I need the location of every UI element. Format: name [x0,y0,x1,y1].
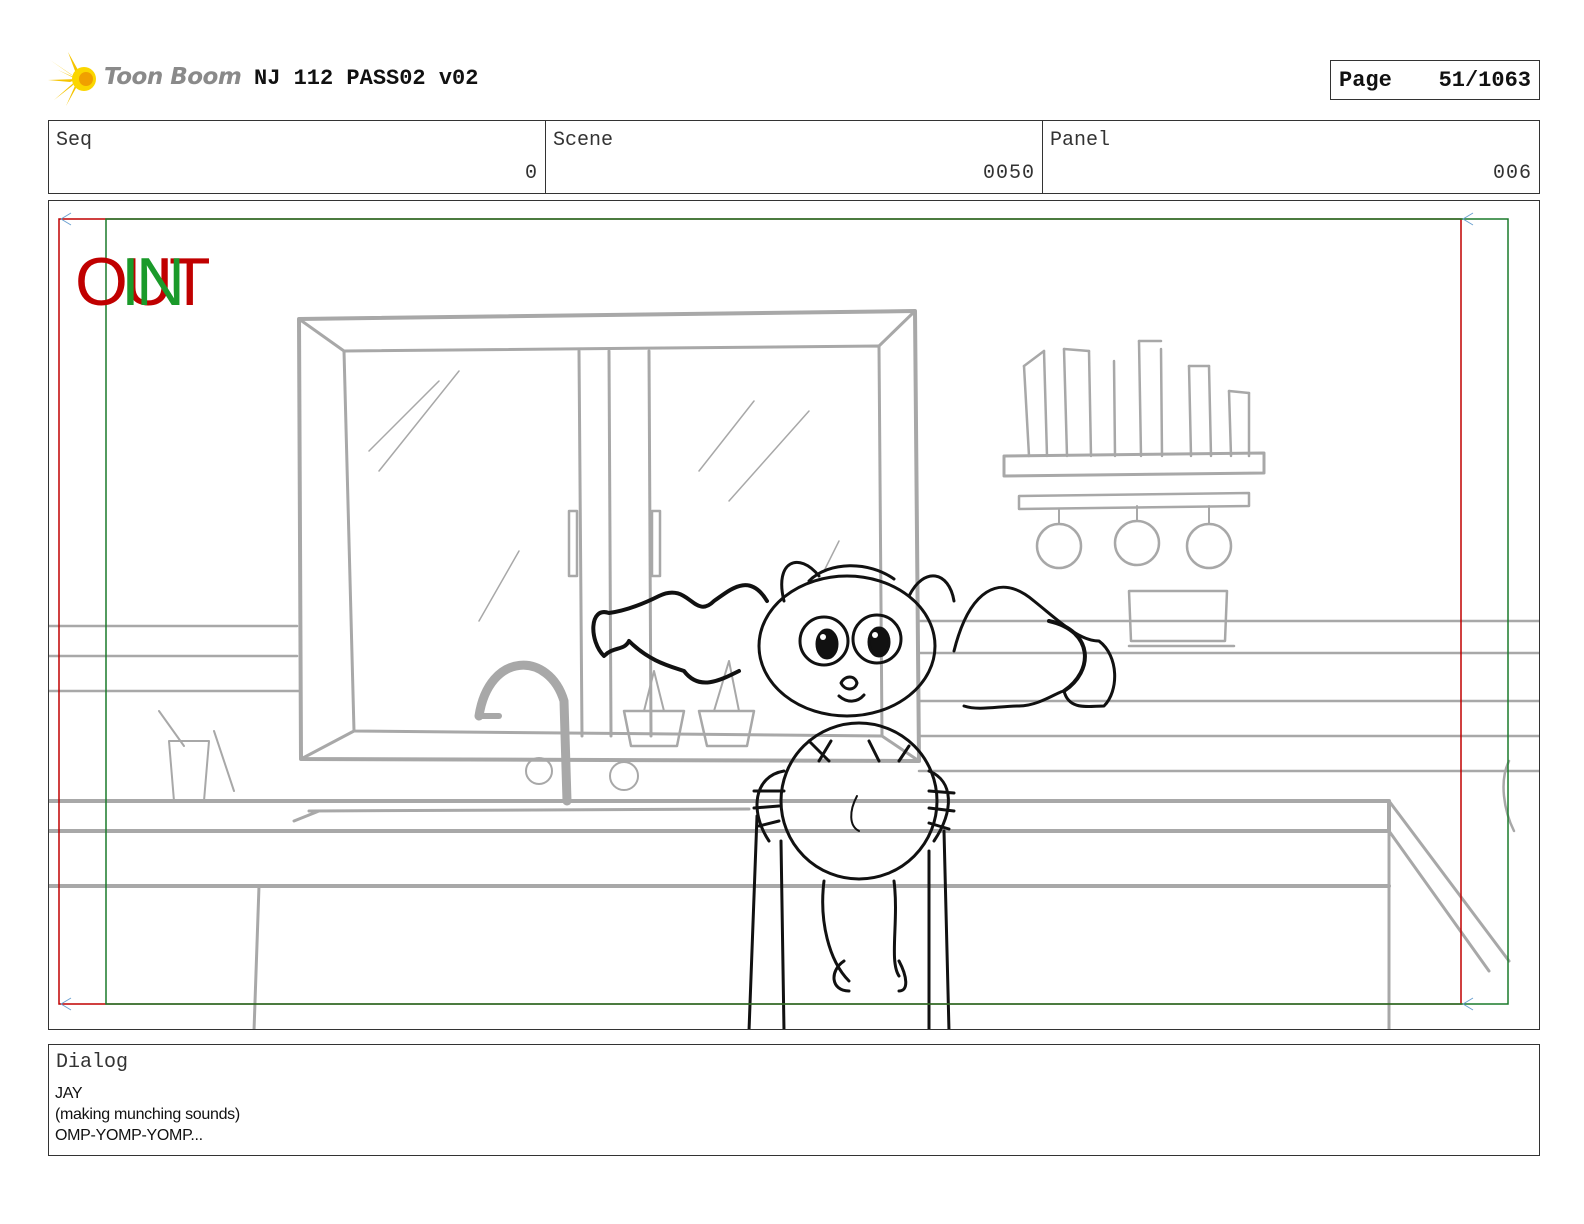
background-sketch [49,309,1539,1029]
brand-name: Toon Boom [104,64,242,90]
dialog-label: Dialog [56,1051,129,1074]
panel-label: Panel [1050,129,1111,152]
in-frame-label: IN [121,244,181,320]
page-number: 51/1063 [1438,68,1531,93]
storyboard-panel: OUT IN [48,200,1540,1030]
seq-label: Seq [56,129,93,152]
panel-value: 006 [1492,162,1532,185]
dialog-parenthetical: (making munching sounds) [55,1106,240,1123]
frame-arrows [60,212,1474,1011]
panel-drawing: OUT IN [49,212,1539,1029]
panel-cell: Panel 006 [1043,121,1539,193]
dialog-character: JAY [55,1085,83,1102]
character-sketch [591,560,1117,1029]
dialog-text: JAY (making munching sounds) OMP-YOMP-YO… [55,1083,240,1146]
scene-cell: Scene 0050 [546,121,1043,193]
sun-burst-icon [48,52,96,106]
scene-label: Scene [553,129,614,152]
seq-cell: Seq 0 [49,121,546,193]
page-label: Page [1339,68,1392,93]
page-indicator: Page 51/1063 [1330,60,1540,100]
scene-value: 0050 [982,162,1035,185]
document-title: NJ 112 PASS02 v02 [254,66,479,91]
shot-info-row: Seq 0 Scene 0050 Panel 006 [48,120,1540,194]
dialog-box: Dialog JAY (making munching sounds) OMP-… [48,1044,1540,1156]
seq-value: 0 [524,162,538,185]
dialog-line: OMP-YOMP-YOMP... [55,1127,203,1144]
